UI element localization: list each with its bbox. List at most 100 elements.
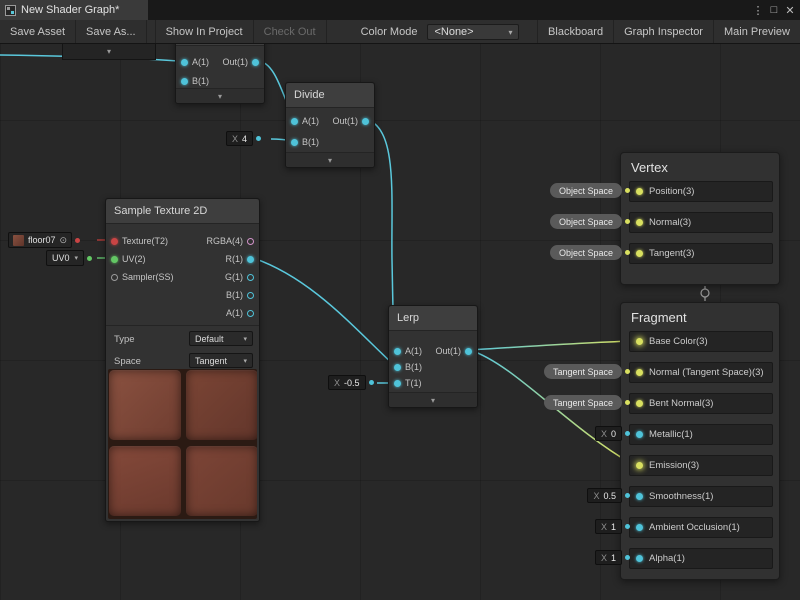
vertex-block[interactable]: Vertex Position(3) Normal(3) Tangent(3): [620, 152, 780, 285]
save-asset-button[interactable]: Save Asset: [0, 20, 76, 43]
port-alpha[interactable]: [636, 555, 643, 562]
maximize-icon[interactable]: □: [766, 4, 782, 16]
lerp-node[interactable]: Lerp A(1) B(1) T(1) Out(1) ▾: [388, 305, 478, 408]
port-b[interactable]: [247, 292, 254, 299]
field-value[interactable]: 4: [242, 134, 247, 144]
show-in-project-button[interactable]: Show In Project: [155, 20, 254, 43]
fragment-row-smoothness[interactable]: Smoothness(1): [629, 486, 773, 507]
divide-node[interactable]: Divide A(1) B(1) Out(1) ▾: [285, 82, 375, 168]
port-emission[interactable]: [636, 462, 643, 469]
fragment-row-normal[interactable]: Normal (Tangent Space)(3): [629, 362, 773, 383]
uv-channel-dropdown[interactable]: UV0 ▾: [46, 250, 84, 266]
port-texture[interactable]: [111, 238, 118, 245]
fragment-row-emission[interactable]: Emission(3): [629, 455, 773, 476]
smoothness-field: X 0.5: [587, 488, 630, 503]
port-a[interactable]: [247, 310, 254, 317]
float-field[interactable]: X 1: [595, 550, 622, 565]
field-value[interactable]: 1: [611, 553, 616, 563]
add-input-b: B(1): [181, 74, 209, 88]
field-port-dot: [75, 238, 80, 243]
wire-lerp-to-basecolor[interactable]: [470, 341, 632, 350]
port-add-out[interactable]: [252, 59, 259, 66]
port-rgba[interactable]: [247, 238, 254, 245]
float-field[interactable]: X 0.5: [587, 488, 622, 503]
sample-output-g: G(1): [225, 270, 254, 284]
fragment-row-base-color[interactable]: Base Color(3): [629, 331, 773, 352]
port-bent-normal[interactable]: [636, 400, 643, 407]
port-normal-ts[interactable]: [636, 369, 643, 376]
port-uv[interactable]: [111, 256, 118, 263]
port-g[interactable]: [247, 274, 254, 281]
port-lerp-a[interactable]: [394, 348, 401, 355]
port-divide-a[interactable]: [291, 118, 298, 125]
lerp-node-header[interactable]: Lerp: [389, 306, 477, 331]
port-r[interactable]: [247, 256, 254, 263]
fragment-row-ambient-occlusion[interactable]: Ambient Occlusion(1): [629, 517, 773, 538]
vertex-row-normal[interactable]: Normal(3): [629, 212, 773, 233]
port-position[interactable]: [636, 188, 643, 195]
kebab-menu-icon[interactable]: ⋮: [750, 4, 766, 17]
sample-node-header[interactable]: Sample Texture 2D: [106, 199, 259, 224]
collapsed-node-chevron[interactable]: ▾: [62, 42, 156, 60]
texture-object-field[interactable]: floor07 ⊙: [8, 232, 72, 248]
divide-collapse-toggle[interactable]: ▾: [286, 152, 374, 167]
wire-sample-r-to-lerp-b[interactable]: [253, 258, 394, 365]
port-add-a[interactable]: [181, 59, 188, 66]
save-as-button[interactable]: Save As...: [76, 20, 147, 43]
document-tab[interactable]: New Shader Graph*: [0, 0, 148, 20]
port-ambient-occlusion[interactable]: [636, 524, 643, 531]
object-picker-icon[interactable]: ⊙: [60, 235, 68, 246]
vertex-row-tangent[interactable]: Tangent(3): [629, 243, 773, 264]
fragment-row-metallic[interactable]: Metallic(1): [629, 424, 773, 445]
port-add-b[interactable]: [181, 78, 188, 85]
add-collapse-toggle[interactable]: ▾: [176, 88, 264, 103]
float-field[interactable]: X -0.5: [328, 375, 366, 390]
binding-pill[interactable]: Object Space: [550, 183, 622, 198]
row-label: Metallic(1): [649, 429, 693, 440]
ambient-occlusion-field: X 1: [595, 519, 630, 534]
blackboard-button[interactable]: Blackboard: [537, 20, 613, 43]
graph-canvas[interactable]: ▾ A(1) B(1) Out(1) ▾ Divide A(1): [0, 0, 800, 600]
lerp-collapse-toggle[interactable]: ▾: [389, 392, 477, 407]
preview-tile: [109, 446, 181, 516]
field-value[interactable]: 0: [611, 429, 616, 439]
fragment-block[interactable]: Fragment Base Color(3) Normal (Tangent S…: [620, 302, 780, 580]
port-divide-b[interactable]: [291, 139, 298, 146]
field-value[interactable]: -0.5: [344, 378, 360, 388]
sample-texture-2d-node[interactable]: Sample Texture 2D Texture(T2) UV(2) Samp…: [105, 198, 260, 522]
fragment-row-bent-normal[interactable]: Bent Normal(3): [629, 393, 773, 414]
binding-pill[interactable]: Object Space: [550, 214, 622, 229]
field-value[interactable]: 0.5: [603, 491, 616, 501]
row-label: Base Color(3): [649, 336, 708, 347]
window-title: New Shader Graph*: [21, 4, 119, 16]
port-base-color[interactable]: [636, 338, 643, 345]
main-preview-button[interactable]: Main Preview: [713, 20, 800, 43]
row-label: Alpha(1): [649, 553, 685, 564]
port-metallic[interactable]: [636, 431, 643, 438]
port-tangent[interactable]: [636, 250, 643, 257]
port-divide-out[interactable]: [362, 118, 369, 125]
binding-pill[interactable]: Tangent Space: [544, 364, 622, 379]
binding-pill[interactable]: Tangent Space: [544, 395, 622, 410]
port-smoothness[interactable]: [636, 493, 643, 500]
color-mode-dropdown[interactable]: <None> ▾: [427, 24, 519, 40]
close-icon[interactable]: ✕: [782, 4, 798, 17]
binding-pill[interactable]: Object Space: [550, 245, 622, 260]
port-label: Out(1): [435, 346, 461, 356]
type-dropdown[interactable]: Default ▾: [189, 331, 253, 346]
port-lerp-out[interactable]: [465, 348, 472, 355]
port-normal[interactable]: [636, 219, 643, 226]
float-field[interactable]: X 4: [226, 131, 253, 146]
field-value[interactable]: 1: [611, 522, 616, 532]
float-field[interactable]: X 0: [595, 426, 622, 441]
graph-inspector-button[interactable]: Graph Inspector: [613, 20, 713, 43]
port-sampler[interactable]: [111, 274, 118, 281]
vertex-row-position[interactable]: Position(3): [629, 181, 773, 202]
divide-node-header[interactable]: Divide: [286, 83, 374, 108]
field-port-dot: [625, 493, 630, 498]
port-lerp-t[interactable]: [394, 380, 401, 387]
space-dropdown[interactable]: Tangent ▾: [189, 353, 253, 368]
fragment-row-alpha[interactable]: Alpha(1): [629, 548, 773, 569]
float-field[interactable]: X 1: [595, 519, 622, 534]
port-lerp-b[interactable]: [394, 364, 401, 371]
